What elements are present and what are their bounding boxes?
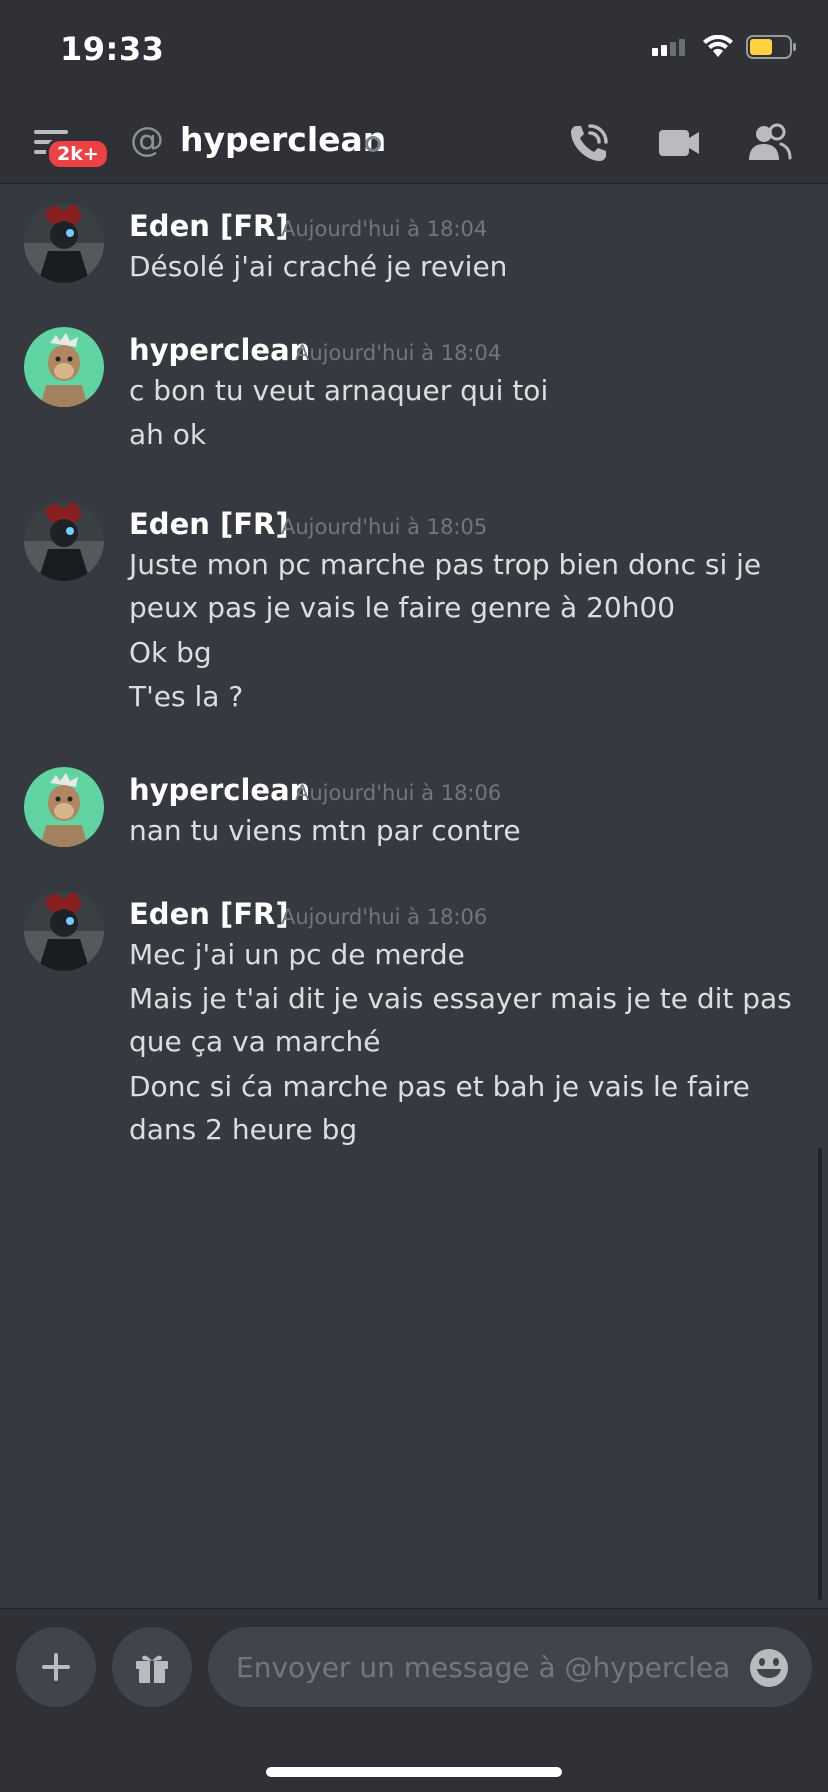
status-time: 19:33 bbox=[60, 30, 165, 68]
wifi-icon bbox=[703, 35, 733, 57]
avatar[interactable] bbox=[24, 327, 104, 407]
message-timestamp: Aujourd'hui à 18:05 bbox=[281, 515, 488, 539]
plus-icon bbox=[42, 1653, 70, 1681]
user-avatar-hyperclean bbox=[24, 767, 104, 847]
at-icon: @ bbox=[130, 120, 164, 160]
message-text: Juste mon pc marche pas trop bien donc s… bbox=[129, 548, 762, 624]
add-attachment-button[interactable] bbox=[16, 1627, 96, 1707]
message-author[interactable]: Eden [FR] bbox=[129, 209, 289, 243]
message-list[interactable]: Eden [FR] Aujourd'hui à 18:04 Désolé j'a… bbox=[0, 185, 828, 1605]
user-avatar-eden bbox=[24, 891, 104, 971]
avatar[interactable] bbox=[24, 891, 104, 971]
gift-icon bbox=[136, 1655, 168, 1683]
avatar[interactable] bbox=[24, 767, 104, 847]
user-avatar-eden bbox=[24, 501, 104, 581]
message-text: Donc si ća marche pas et bah je vais le … bbox=[129, 1070, 750, 1146]
message-text: Désolé j'ai craché je revien bbox=[129, 250, 508, 283]
message-text: Mec j'ai un pc de merde bbox=[129, 938, 465, 971]
scrollbar[interactable] bbox=[818, 1148, 822, 1600]
message-timestamp: Aujourd'hui à 18:04 bbox=[281, 217, 488, 241]
home-indicator bbox=[266, 1767, 562, 1777]
message-author[interactable]: hyperclean bbox=[129, 773, 310, 807]
video-camera-icon[interactable] bbox=[656, 120, 702, 166]
message-input[interactable] bbox=[208, 1627, 812, 1707]
status-bar: 19:33 bbox=[0, 0, 828, 100]
channel-header: 2k+ @ hyperclean bbox=[0, 100, 828, 184]
message-text: Mais je t'ai dit je vais essayer mais je… bbox=[129, 982, 792, 1058]
members-icon[interactable] bbox=[746, 120, 792, 166]
avatar[interactable] bbox=[24, 203, 104, 283]
channel-title: hyperclean bbox=[180, 120, 387, 159]
notification-badge: 2k+ bbox=[46, 138, 110, 170]
message-author[interactable]: Eden [FR] bbox=[129, 507, 289, 541]
message-timestamp: Aujourd'hui à 18:04 bbox=[295, 341, 502, 365]
emoji-icon[interactable] bbox=[748, 1647, 790, 1689]
message-text: T'es la ? bbox=[129, 680, 244, 713]
composer-bar bbox=[0, 1608, 828, 1792]
message-text: c bon tu veut arnaquer qui toi bbox=[129, 374, 549, 407]
message-timestamp: Aujourd'hui à 18:06 bbox=[281, 905, 488, 929]
phone-call-icon[interactable] bbox=[566, 120, 612, 166]
message-text: ah ok bbox=[129, 418, 207, 451]
status-icons bbox=[650, 34, 798, 60]
message-author[interactable]: Eden [FR] bbox=[129, 897, 289, 931]
user-avatar-hyperclean bbox=[24, 327, 104, 407]
message-author[interactable]: hyperclean bbox=[129, 333, 310, 367]
cellular-signal-icon bbox=[652, 39, 685, 56]
avatar[interactable] bbox=[24, 501, 104, 581]
offline-status-icon bbox=[365, 136, 381, 152]
message-text: nan tu viens mtn par contre bbox=[129, 814, 521, 847]
message-timestamp: Aujourd'hui à 18:06 bbox=[295, 781, 502, 805]
menu-button[interactable]: 2k+ bbox=[30, 120, 110, 170]
message-text: Ok bg bbox=[129, 636, 212, 669]
battery-icon bbox=[746, 35, 796, 59]
gift-button[interactable] bbox=[112, 1627, 192, 1707]
user-avatar-eden bbox=[24, 203, 104, 283]
